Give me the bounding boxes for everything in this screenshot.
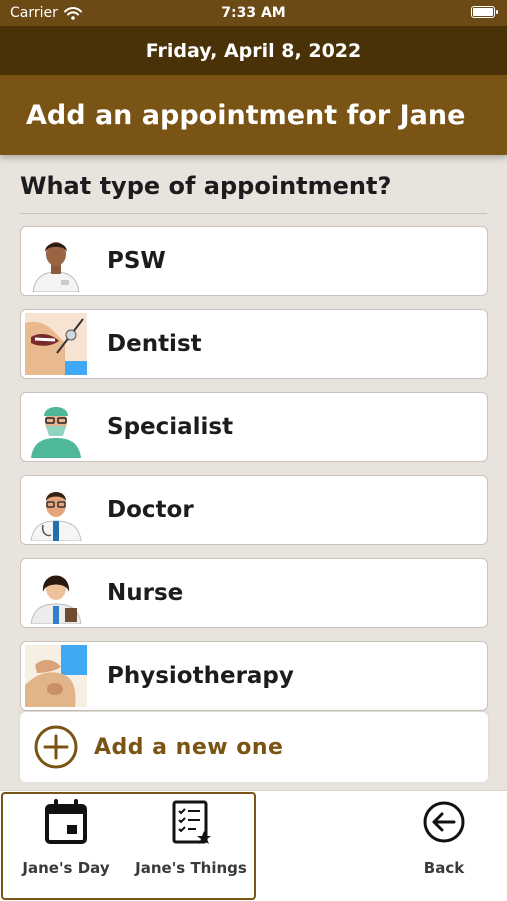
physiotherapy-avatar-icon [25,645,87,707]
plus-circle-icon [34,725,78,769]
back-arrow-icon [423,801,465,843]
option-psw[interactable]: PSW [20,226,488,296]
checklist-icon [172,800,211,844]
doctor-avatar-icon [25,479,87,541]
section-question: What type of appointment? [20,172,392,200]
calendar-icon [45,799,87,844]
option-label: Dentist [107,331,202,357]
clock: 7:33 AM [221,5,286,21]
divider [20,213,487,214]
option-label: Nurse [107,580,184,606]
tab-janes-things[interactable]: Jane's Things [134,799,248,877]
option-doctor[interactable]: Doctor [20,475,488,545]
specialist-avatar-icon [25,396,87,458]
option-label: Specialist [107,414,234,440]
status-bar: Carrier 7:33 AM [0,0,507,26]
tab-label: Jane's Day [22,859,110,877]
option-label: Doctor [107,497,194,523]
add-new-label: Add a new one [94,734,284,760]
add-new-appointment-type-button[interactable]: Add a new one [20,712,488,782]
psw-avatar-icon [25,230,87,292]
date-banner: Friday, April 8, 2022 [0,26,507,75]
option-label: PSW [107,248,166,274]
option-label: Physiotherapy [107,663,294,689]
tab-label: Jane's Things [135,859,247,877]
bottom-tab-bar: Jane's Day Jane's Things Back [0,790,507,901]
option-specialist[interactable]: Specialist [20,392,488,462]
option-dentist[interactable]: Dentist [20,309,488,379]
dentist-avatar-icon [25,313,87,375]
nurse-avatar-icon [25,562,87,624]
tab-back[interactable]: Back [404,799,484,877]
tab-janes-day[interactable]: Jane's Day [20,799,112,877]
page-title: Add an appointment for Jane [0,75,507,155]
option-nurse[interactable]: Nurse [20,558,488,628]
tab-label: Back [423,859,465,877]
battery-icon [471,6,498,18]
option-physiotherapy[interactable]: Physiotherapy [20,641,488,711]
